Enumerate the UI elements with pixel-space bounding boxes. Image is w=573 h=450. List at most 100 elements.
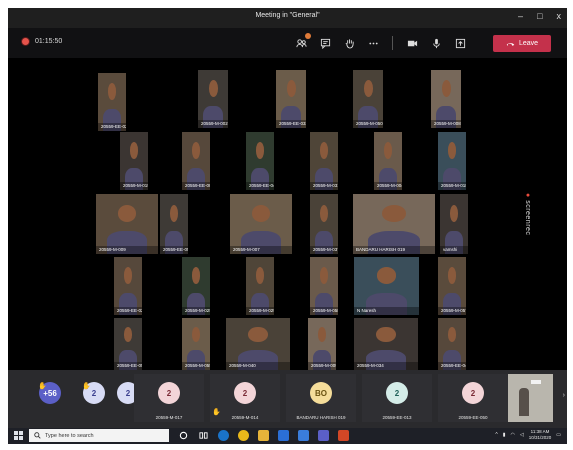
- participant-face: [117, 204, 137, 222]
- close-button[interactable]: x: [557, 11, 562, 21]
- participant-face: [248, 327, 268, 342]
- raise-hand-button[interactable]: [342, 36, 356, 50]
- video-tile[interactable]: 20559-M-019: [120, 132, 148, 190]
- participant-name: 20559-EE-002: [182, 182, 210, 190]
- chevron-right-icon[interactable]: ›: [563, 392, 565, 399]
- search-placeholder: Type here to search: [45, 432, 94, 439]
- cortana-icon[interactable]: [178, 430, 189, 441]
- task-view-icon[interactable]: [198, 430, 209, 441]
- window-controls: – □ x: [518, 11, 561, 21]
- explorer-icon[interactable]: [258, 430, 269, 441]
- roster-participant[interactable]: +56 ✋: [30, 374, 70, 422]
- start-button[interactable]: [14, 431, 23, 440]
- participant-face: [319, 142, 329, 159]
- video-tile[interactable]: 20559-EE-045: [438, 318, 466, 370]
- participant-face: [319, 204, 329, 222]
- roster-participant[interactable]: 2 20559-M-014 ✋: [210, 374, 280, 422]
- video-tile[interactable]: 20559-EE-002: [182, 132, 210, 190]
- share-screen-button[interactable]: [453, 36, 467, 50]
- participant-face: [255, 142, 265, 159]
- video-tile[interactable]: 20559-M-008: [431, 70, 461, 128]
- video-tile[interactable]: 20559-EE-026: [98, 73, 126, 131]
- taskbar-search-input[interactable]: Type here to search: [29, 429, 169, 442]
- video-tile[interactable]: 20559-M-031: [310, 132, 338, 190]
- participant-face: [286, 80, 296, 97]
- video-tile[interactable]: 20559-EE-043: [246, 132, 274, 190]
- video-tile[interactable]: 20559-EE-054: [160, 194, 188, 254]
- video-tile[interactable]: 20559-EE-024: [114, 257, 142, 315]
- video-tile[interactable]: 20559-M-037: [310, 194, 338, 254]
- video-tile[interactable]: 20559-M-055: [182, 318, 210, 370]
- video-tile[interactable]: 20559-EE-050: [114, 318, 142, 370]
- video-tile[interactable]: 20559-M-009: [308, 318, 336, 370]
- video-tile[interactable]: 20559-M-004: [374, 132, 402, 190]
- participant-face: [208, 80, 218, 97]
- mail-icon[interactable]: [298, 430, 309, 441]
- leave-button[interactable]: Leave: [493, 35, 551, 52]
- participant-face: [449, 204, 459, 222]
- video-tile[interactable]: 20559-M-025: [182, 257, 210, 315]
- video-tile[interactable]: 20559-M-029: [246, 257, 274, 315]
- ceiling-light: [531, 380, 541, 384]
- roster-participant[interactable]: 2 20559-EE-050: [438, 374, 508, 422]
- video-tile[interactable]: 20559-EE-032: [276, 70, 306, 128]
- battery-icon[interactable]: ▮: [503, 432, 506, 438]
- volume-icon[interactable]: ◁: [520, 432, 524, 438]
- participant-name: 20559-M-029: [246, 307, 274, 315]
- video-tile[interactable]: 20559-M-050: [353, 70, 383, 128]
- timer-text: 01:15:50: [35, 38, 63, 45]
- raised-hand-icon: ✋: [82, 383, 91, 390]
- video-tile[interactable]: 20559-M-058: [310, 257, 338, 315]
- participant-name: 20559-EE-050: [114, 362, 142, 370]
- video-tile[interactable]: 20559-M-009: [96, 194, 158, 254]
- minimize-button[interactable]: –: [518, 11, 523, 21]
- maximize-button[interactable]: □: [537, 11, 542, 21]
- video-tile[interactable]: BANDARU HARISH 019: [353, 194, 435, 254]
- participant-name: 20559-M-008: [431, 120, 461, 128]
- windows-logo-icon: [19, 431, 23, 435]
- participant-name: 20559-M-019: [120, 182, 148, 190]
- video-tile[interactable]: N Naresh: [354, 257, 419, 315]
- clock-date: 10/31/2020: [528, 435, 552, 440]
- roster-name: BANDARU HARISH 019: [296, 415, 346, 420]
- participant-name: 20559-M-040: [226, 362, 290, 370]
- chevron-up-icon[interactable]: ^: [495, 432, 497, 438]
- roster-participant[interactable]: 2 20559-M-017: [134, 374, 204, 422]
- participant-name: vamshi: [440, 246, 468, 254]
- participant-face: [191, 142, 201, 159]
- chat-button[interactable]: [318, 36, 332, 50]
- video-tile[interactable]: 20559-M-034: [354, 318, 418, 370]
- office-icon[interactable]: [338, 430, 349, 441]
- participant-name: 20559-M-055: [182, 362, 210, 370]
- video-tile[interactable]: 20559-M-040: [226, 318, 290, 370]
- participant-face: [447, 267, 457, 284]
- participant-name: 20559-M-034: [354, 362, 418, 370]
- system-tray: ^ ▮ ◠ ◁ 11:38 AM 10/31/2020 ▭: [495, 429, 561, 441]
- roster-participant[interactable]: 2 20559-EE-013: [362, 374, 432, 422]
- video-tile[interactable]: 20559-M-057: [438, 257, 466, 315]
- network-icon[interactable]: ◠: [511, 432, 515, 438]
- video-tile[interactable]: vamshi: [440, 194, 468, 254]
- participant-name: 20559-M-058: [310, 307, 338, 315]
- chrome-icon[interactable]: [238, 430, 249, 441]
- video-tile[interactable]: 20559-M-002: [198, 70, 228, 128]
- teams-icon[interactable]: [318, 430, 329, 441]
- more-actions-button[interactable]: [366, 36, 380, 50]
- participant-face: [383, 142, 393, 159]
- participants-button[interactable]: [294, 33, 311, 50]
- participant-name: BANDARU HARISH 019: [353, 246, 435, 254]
- participant-name: 20559-M-057: [438, 307, 466, 315]
- participant-name: 20559-M-004: [374, 182, 402, 190]
- store-icon[interactable]: [278, 430, 289, 441]
- participant-name: 20559-EE-032: [276, 120, 306, 128]
- edge-icon[interactable]: [218, 430, 229, 441]
- camera-button[interactable]: [405, 36, 419, 50]
- mic-button[interactable]: [429, 36, 443, 50]
- participant-name: 20559-M-009: [96, 246, 158, 254]
- video-tile[interactable]: 20559-M-007: [230, 194, 292, 254]
- notifications-icon[interactable]: ▭: [556, 432, 561, 438]
- video-tile[interactable]: 20559-M-018: [438, 132, 466, 190]
- roster-participant[interactable]: BO BANDARU HARISH 019: [286, 374, 356, 422]
- leave-label: Leave: [518, 40, 539, 47]
- taskbar-clock[interactable]: 11:38 AM 10/31/2020: [529, 429, 552, 441]
